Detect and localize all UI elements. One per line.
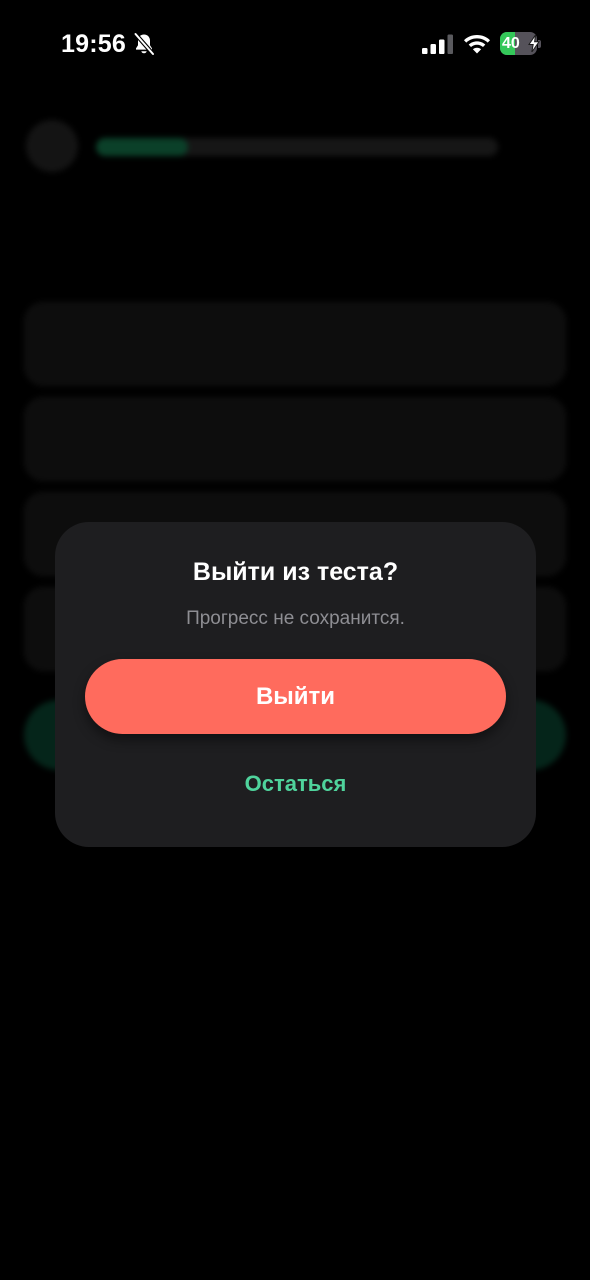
background-close-button <box>26 120 78 172</box>
battery-charging-icon: 40 <box>500 32 542 55</box>
charging-bolt-icon <box>528 35 540 52</box>
background-progress-fill <box>96 138 189 156</box>
wifi-icon <box>464 35 490 54</box>
exit-confirm-dialog: Выйти из теста? Прогресс не сохранится. … <box>55 522 536 847</box>
status-time: 19:56 <box>61 30 126 58</box>
dialog-title: Выйти из теста? <box>192 558 399 586</box>
exit-button[interactable]: Выйти <box>85 659 506 734</box>
cellular-signal-icon <box>422 34 453 54</box>
status-bar: 19:56 40 <box>0 0 590 90</box>
background-answer-option <box>24 397 566 481</box>
background-progress-bar <box>96 138 498 156</box>
stay-button[interactable]: Остаться <box>185 762 406 806</box>
background-answer-option <box>24 302 566 386</box>
bell-slash-icon <box>133 32 155 56</box>
dialog-message: Прогресс не сохранится. <box>186 608 405 629</box>
